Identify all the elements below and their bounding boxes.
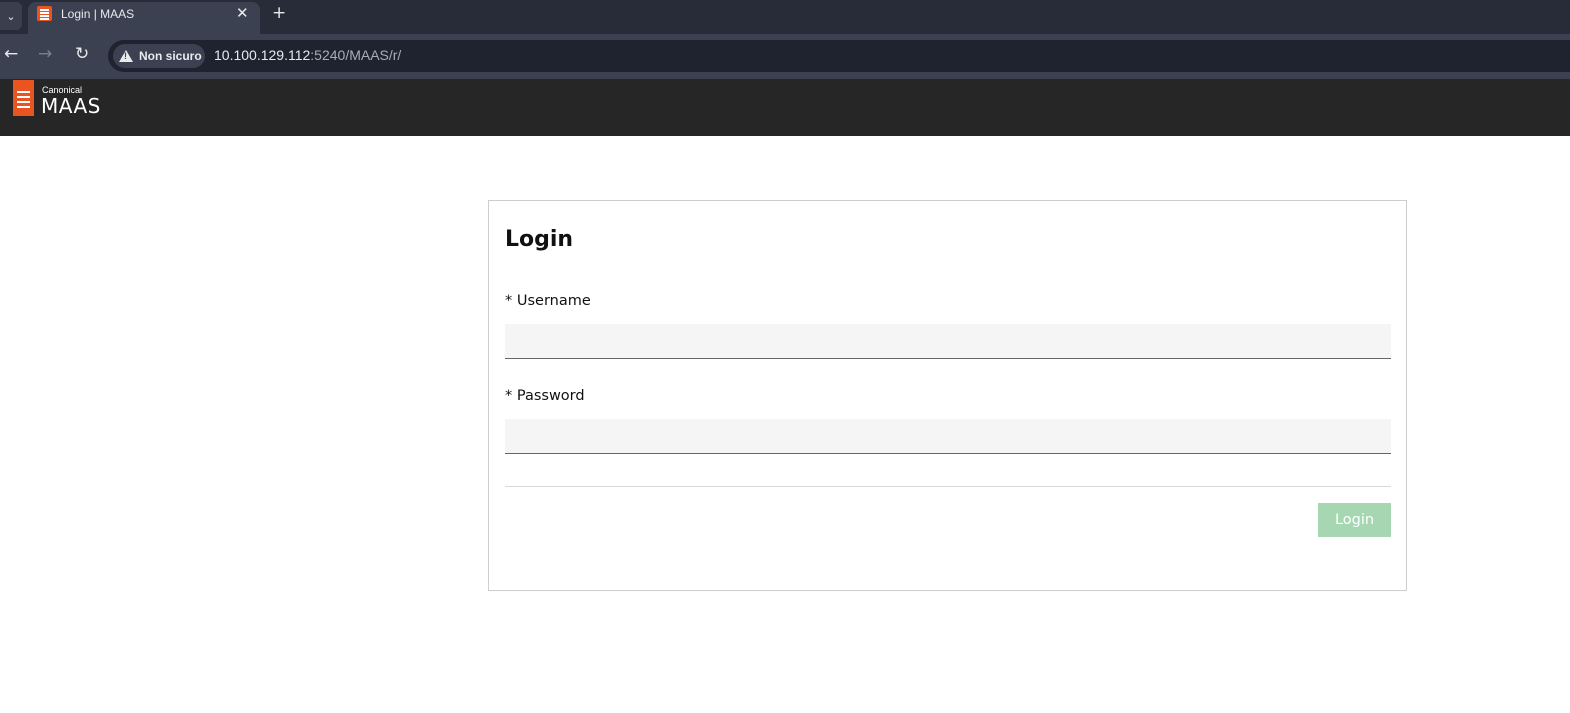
browser-toolbar: ← → ↻ Non sicuro 10.100.129.112:5240/MAA…	[0, 34, 1570, 79]
maas-header: Canonical MAAS	[0, 79, 1570, 136]
login-title: Login	[505, 227, 574, 252]
close-tab-icon[interactable]: ✕	[236, 4, 249, 22]
username-label: * Username	[505, 293, 591, 309]
maas-logo-icon[interactable]	[13, 80, 34, 116]
tab-search-chevron-icon[interactable]: ⌄	[0, 2, 22, 30]
maas-favicon-icon	[37, 6, 52, 21]
reload-icon[interactable]: ↻	[75, 44, 89, 64]
form-divider	[505, 486, 1391, 487]
address-bar[interactable]: Non sicuro 10.100.129.112:5240/MAAS/r/	[108, 40, 1570, 72]
browser-tab-bar: ⌄ Login | MAAS ✕ +	[0, 0, 1570, 34]
url-path: :5240/MAAS/r/	[310, 47, 402, 63]
username-input[interactable]	[505, 324, 1391, 359]
warning-icon	[119, 50, 133, 62]
tab-title: Login | MAAS	[61, 7, 135, 21]
url-host: 10.100.129.112	[214, 47, 311, 63]
security-label: Non sicuro	[139, 49, 202, 63]
password-input[interactable]	[505, 419, 1391, 454]
back-icon[interactable]: ←	[4, 44, 18, 64]
new-tab-icon[interactable]: +	[272, 3, 286, 23]
login-card: Login * Username * Password Login	[488, 200, 1407, 591]
security-indicator[interactable]: Non sicuro	[113, 44, 205, 68]
forward-icon[interactable]: →	[38, 44, 52, 64]
browser-tab-login[interactable]: Login | MAAS ✕	[28, 2, 260, 34]
brand-maas[interactable]: MAAS	[41, 94, 101, 118]
login-button[interactable]: Login	[1318, 503, 1391, 537]
url-text[interactable]: 10.100.129.112:5240/MAAS/r/	[214, 47, 401, 63]
password-label: * Password	[505, 388, 585, 404]
